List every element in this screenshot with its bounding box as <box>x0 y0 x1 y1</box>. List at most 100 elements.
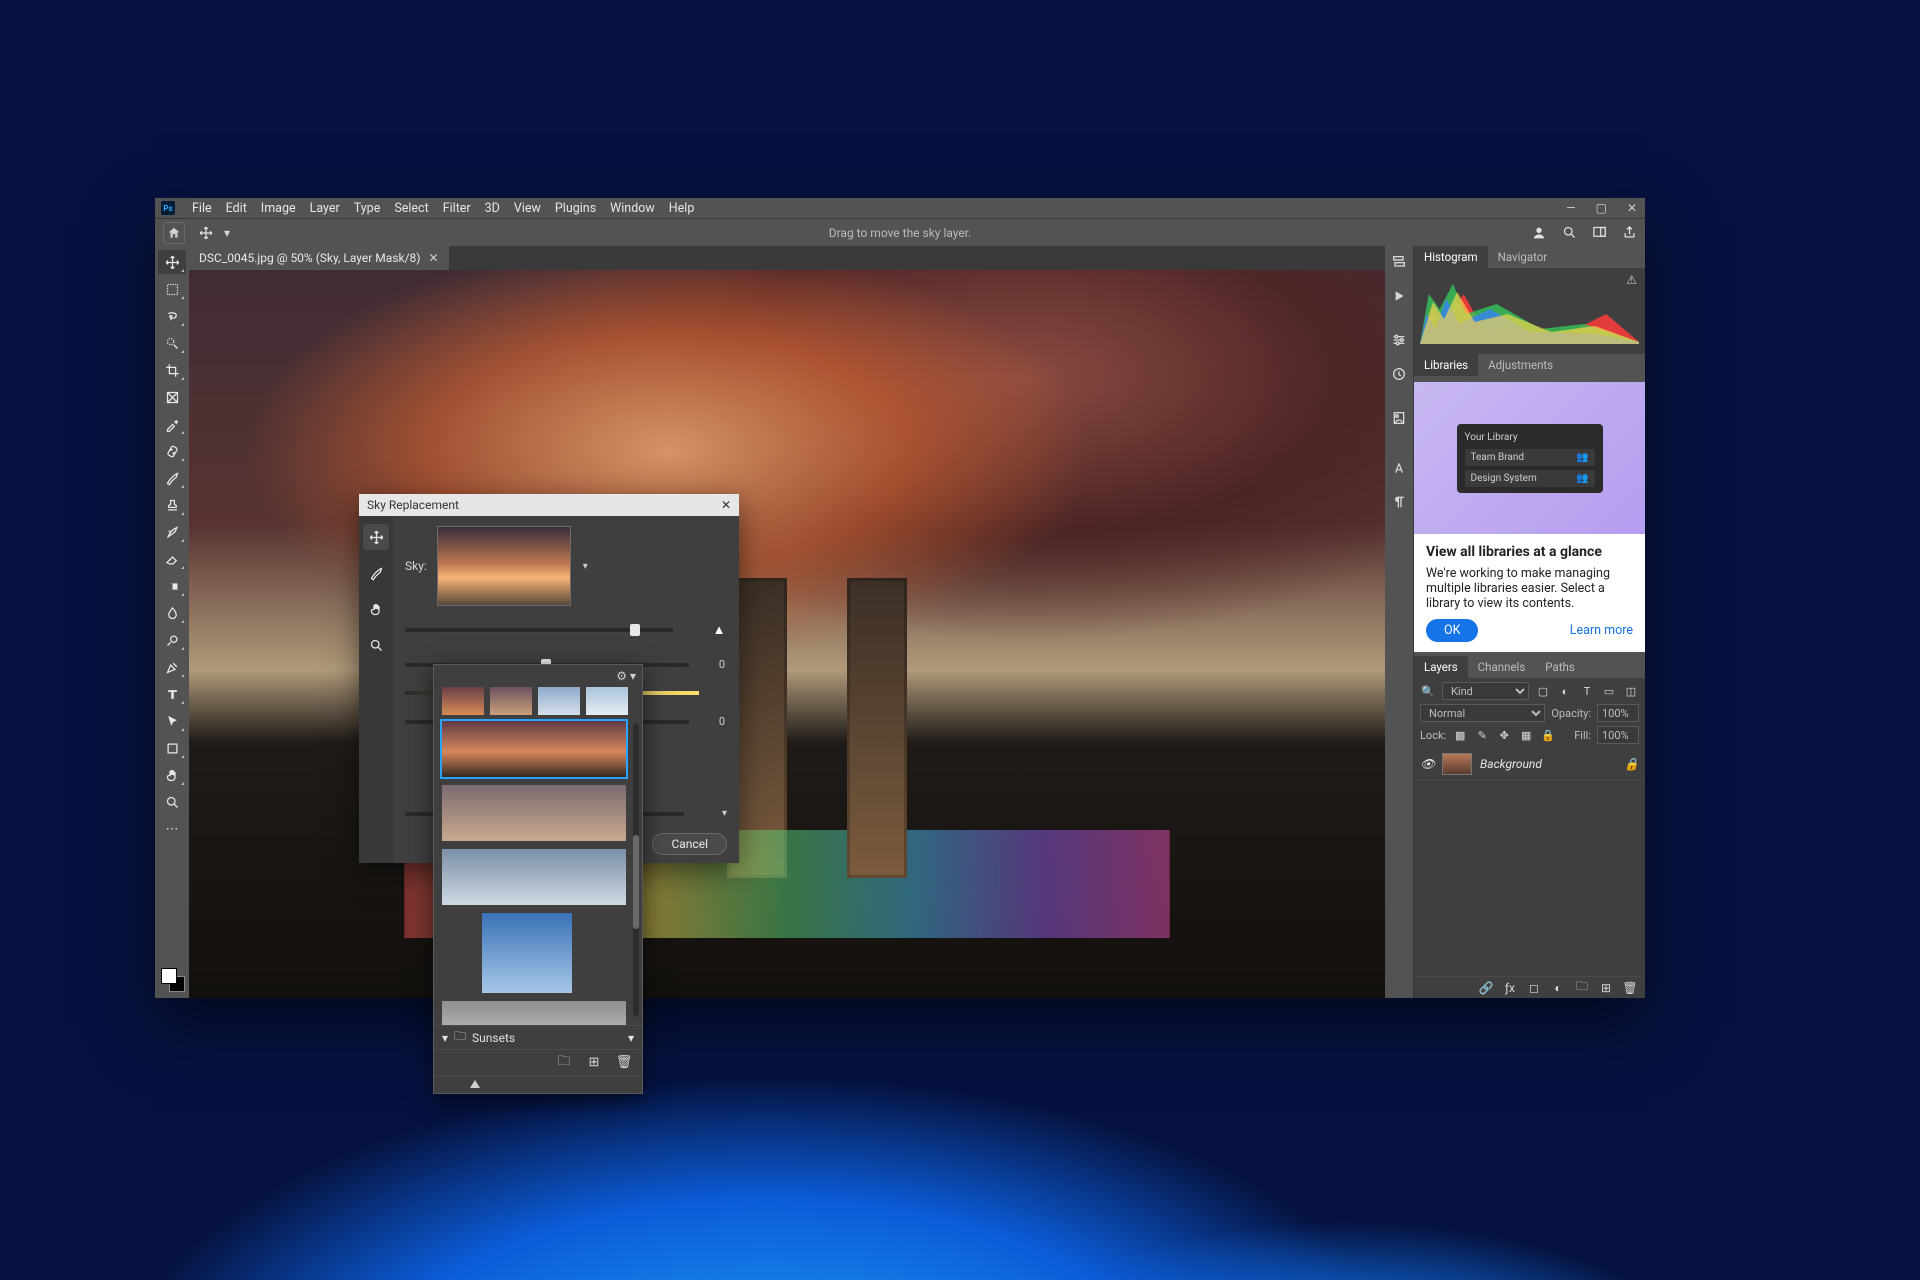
window-close-icon[interactable]: ✕ <box>1623 201 1641 215</box>
color-swatches[interactable] <box>159 966 185 992</box>
libraries-learn-more-link[interactable]: Learn more <box>1570 623 1633 638</box>
tab-paths[interactable]: Paths <box>1535 656 1584 678</box>
dialog-close-icon[interactable]: ✕ <box>721 498 731 512</box>
dropdown-thumb-zoom[interactable] <box>434 1075 642 1093</box>
menu-edit[interactable]: Edit <box>219 201 254 216</box>
chevron-down-icon[interactable]: ▾ <box>628 1031 634 1045</box>
menu-help[interactable]: Help <box>662 201 702 216</box>
import-folder-icon[interactable]: 🗀 <box>556 1055 572 1071</box>
menu-image[interactable]: Image <box>254 201 303 216</box>
zoom-tool[interactable] <box>158 790 186 814</box>
library-mini-item-design[interactable]: Design System👥 <box>1465 470 1595 487</box>
sky-preview-thumbnail[interactable] <box>437 526 571 606</box>
layer-fx-icon[interactable]: ƒx <box>1503 981 1517 995</box>
delete-layer-icon[interactable]: 🗑 <box>1623 981 1637 995</box>
sky-recent-thumb-4[interactable] <box>586 687 628 715</box>
gradient-tool[interactable] <box>158 574 186 598</box>
crop-tool[interactable] <box>158 358 186 382</box>
dialog-slider-1[interactable]: ▲ <box>405 622 727 638</box>
move-tool-indicator-icon[interactable] <box>195 222 217 244</box>
lock-transparent-icon[interactable]: ▩ <box>1452 727 1468 743</box>
layer-name[interactable]: Background <box>1480 757 1542 771</box>
library-mini-item-team[interactable]: Team Brand👥 <box>1465 449 1595 466</box>
blur-tool[interactable] <box>158 601 186 625</box>
type-tool[interactable] <box>158 682 186 706</box>
eraser-tool[interactable] <box>158 547 186 571</box>
document-tab[interactable]: DSC_0045.jpg @ 50% (Sky, Layer Mask/8) ✕ <box>189 246 449 270</box>
workspace-switcher-icon[interactable] <box>1591 225 1607 241</box>
layer-thumbnail[interactable] <box>1442 753 1472 775</box>
dropdown-scrollbar[interactable] <box>633 723 639 1017</box>
path-select-tool[interactable] <box>158 709 186 733</box>
sky-preset-3[interactable] <box>442 849 626 905</box>
hand-tool[interactable] <box>158 763 186 787</box>
marquee-tool[interactable] <box>158 277 186 301</box>
menu-select[interactable]: Select <box>387 201 435 216</box>
dialog-zoom-tool[interactable] <box>363 632 389 658</box>
stamp-tool[interactable] <box>158 493 186 517</box>
document-tab-close-icon[interactable]: ✕ <box>428 251 438 265</box>
sky-recent-thumb-2[interactable] <box>490 687 532 715</box>
tab-navigator[interactable]: Navigator <box>1488 246 1558 268</box>
menu-3d[interactable]: 3D <box>478 201 507 216</box>
tab-layers[interactable]: Layers <box>1414 656 1468 678</box>
paragraph-panel-icon[interactable] <box>1391 494 1407 510</box>
sky-recent-thumb-1[interactable] <box>442 687 484 715</box>
sky-folder-row[interactable]: ▾ 🗀 Sunsets ▾ <box>434 1025 642 1049</box>
home-button[interactable] <box>163 222 185 244</box>
filter-smart-icon[interactable]: ◫ <box>1623 683 1639 699</box>
group-icon[interactable]: 🗀 <box>1575 981 1589 995</box>
adjustments-panel-icon[interactable] <box>1391 332 1407 348</box>
comments-panel-icon[interactable] <box>1391 410 1407 426</box>
layer-row-background[interactable]: 👁 Background 🔒 <box>1414 748 1645 780</box>
menu-file[interactable]: File <box>185 201 219 216</box>
filter-adjust-icon[interactable]: ◐ <box>1557 683 1573 699</box>
delete-preset-icon[interactable]: 🗑 <box>616 1055 632 1071</box>
edit-toolbar[interactable]: ⋯ <box>158 817 186 841</box>
dialog-move-tool[interactable] <box>363 524 389 550</box>
brush-tool[interactable] <box>158 466 186 490</box>
link-layers-icon[interactable]: 🔗 <box>1479 981 1493 995</box>
chevron-down-icon[interactable]: ▾ <box>722 808 727 819</box>
filter-search-icon[interactable]: 🔍 <box>1420 683 1436 699</box>
tab-adjustments[interactable]: Adjustments <box>1478 354 1563 376</box>
quick-select-tool[interactable] <box>158 331 186 355</box>
history-brush-tool[interactable] <box>158 520 186 544</box>
filter-shape-icon[interactable]: ▭ <box>1601 683 1617 699</box>
menu-layer[interactable]: Layer <box>303 201 347 216</box>
frame-tool[interactable] <box>158 385 186 409</box>
layer-filter-kind[interactable]: Kind <box>1442 682 1529 700</box>
sky-preset-2[interactable] <box>442 785 626 841</box>
pen-tool[interactable] <box>158 655 186 679</box>
cloud-user-icon[interactable] <box>1531 225 1547 241</box>
lasso-tool[interactable] <box>158 304 186 328</box>
layer-locked-icon[interactable]: 🔒 <box>1624 757 1639 771</box>
menu-window[interactable]: Window <box>603 201 662 216</box>
tool-options-chevron-icon[interactable]: ▾ <box>219 225 235 241</box>
sky-preset-1-selected[interactable] <box>442 721 626 777</box>
dialog-cancel-button[interactable]: Cancel <box>652 833 727 855</box>
dialog-hand-tool[interactable] <box>363 596 389 622</box>
tab-channels[interactable]: Channels <box>1468 656 1536 678</box>
histogram-warning-icon[interactable]: ⚠ <box>1626 273 1637 287</box>
fill-value[interactable] <box>1597 726 1639 744</box>
lock-all-icon[interactable]: 🔒 <box>1540 727 1556 743</box>
healing-tool[interactable] <box>158 439 186 463</box>
actions-panel-icon[interactable] <box>1391 288 1407 304</box>
sky-preset-list[interactable] <box>434 715 642 1025</box>
sky-preset-4[interactable] <box>482 913 572 993</box>
window-minimize-icon[interactable]: — <box>1562 201 1579 215</box>
character-panel-icon[interactable] <box>1391 460 1407 476</box>
dodge-tool[interactable] <box>158 628 186 652</box>
lock-artboard-icon[interactable]: ▦ <box>1518 727 1534 743</box>
layer-visibility-icon[interactable]: 👁 <box>1420 757 1434 771</box>
filter-type-icon[interactable]: T <box>1579 683 1595 699</box>
sky-picker-chevron-icon[interactable]: ▾ <box>583 561 588 572</box>
foreground-color-swatch[interactable] <box>161 968 177 984</box>
window-maximize-icon[interactable]: ▢ <box>1592 201 1611 215</box>
opacity-value[interactable] <box>1597 704 1639 722</box>
menu-type[interactable]: Type <box>347 201 388 216</box>
dialog-titlebar[interactable]: Sky Replacement ✕ <box>359 494 739 516</box>
search-icon[interactable] <box>1561 225 1577 241</box>
share-icon[interactable] <box>1621 225 1637 241</box>
